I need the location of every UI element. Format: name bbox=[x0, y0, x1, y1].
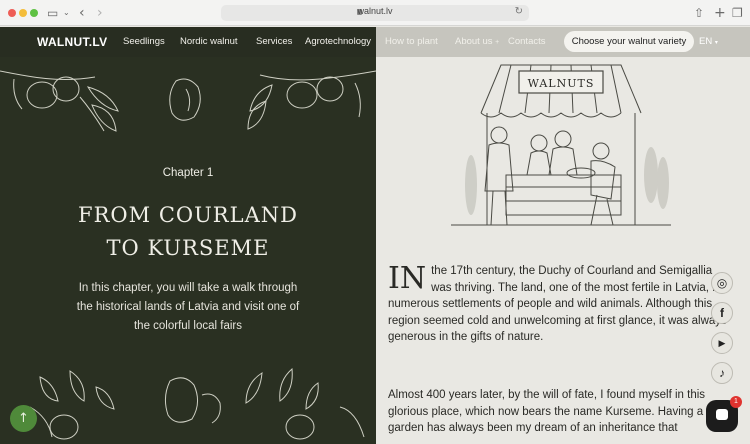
youtube-button[interactable]: ▶ bbox=[711, 332, 733, 354]
chapter-title: FROM COURLAND TO KURSEME bbox=[0, 199, 376, 265]
article-paragraph-1: IN the 17th century, the Duchy of Courla… bbox=[388, 263, 734, 346]
fair-stall-illustration: WALNUTS bbox=[451, 64, 671, 226]
stall-sign-text: WALNUTS bbox=[528, 77, 595, 90]
scroll-to-top-button[interactable]: ↑ bbox=[10, 405, 37, 432]
chapter-title-line-2: TO KURSEME bbox=[106, 236, 270, 260]
nav-item-seedlings[interactable]: Seedlings bbox=[123, 36, 165, 47]
nav-item-about-us[interactable]: About us + bbox=[455, 36, 499, 47]
share-icon[interactable]: ⇧ bbox=[694, 5, 704, 21]
chevron-down-icon[interactable]: ⌄ bbox=[63, 5, 70, 21]
address-url: walnut.lv bbox=[357, 6, 393, 16]
facebook-icon: f bbox=[720, 306, 724, 320]
instagram-icon: ◎ bbox=[716, 276, 728, 290]
article-paragraph-1-text: the 17th century, the Duchy of Courland … bbox=[388, 265, 729, 343]
nav-item-how-to-plant[interactable]: How to plant bbox=[385, 36, 438, 47]
expand-icon: + bbox=[495, 39, 500, 46]
chat-unread-badge: 1 bbox=[730, 396, 742, 408]
tabs-icon[interactable]: ❐ bbox=[732, 5, 743, 21]
chat-icon bbox=[716, 409, 728, 420]
new-tab-icon[interactable]: + bbox=[714, 5, 726, 21]
walnut-branch-decoration-bottom bbox=[29, 367, 365, 440]
nav-item-services[interactable]: Services bbox=[256, 36, 292, 47]
back-icon[interactable]: ‹ bbox=[79, 5, 85, 21]
chapter-lead: In this chapter, you will take a walk th… bbox=[76, 282, 300, 332]
arrow-up-icon: ↑ bbox=[18, 411, 29, 426]
drop-cap: IN bbox=[388, 261, 427, 296]
minimize-window-button[interactable] bbox=[19, 9, 27, 17]
article-panel: WALNUTS IN the 17th century, the Duchy o… bbox=[376, 27, 750, 444]
youtube-icon: ▶ bbox=[718, 338, 726, 348]
tiktok-button[interactable]: ♪ bbox=[711, 362, 733, 384]
address-bar[interactable]: walnut.lv ↻ bbox=[221, 5, 529, 21]
walnut-branch-decoration-top bbox=[0, 70, 376, 132]
browser-toolbar: ▭ ⌄ ‹ › walnut.lv ↻ ⇧ + ❐ bbox=[0, 0, 750, 26]
nav-item-agrotechnology[interactable]: Agrotechnology bbox=[305, 36, 371, 47]
reload-icon[interactable]: ↻ bbox=[515, 6, 523, 17]
chapter-label: Chapter 1 bbox=[162, 167, 214, 179]
chapter-hero-panel: Chapter 1 FROM COURLAND TO KURSEME In th… bbox=[0, 27, 376, 444]
article-paragraph-2: Almost 400 years later, by the will of f… bbox=[388, 389, 732, 434]
tiktok-icon: ♪ bbox=[719, 366, 725, 380]
maximize-window-button[interactable] bbox=[30, 9, 38, 17]
sidebar-icon[interactable]: ▭ bbox=[47, 5, 58, 21]
nav-item-contacts[interactable]: Contacts bbox=[508, 36, 546, 47]
chapter-title-line-1: FROM COURLAND bbox=[78, 203, 298, 227]
forward-icon[interactable]: › bbox=[97, 5, 103, 21]
chat-widget-button[interactable]: 1 bbox=[706, 396, 742, 432]
site-logo[interactable]: WALNUT.LV bbox=[37, 35, 107, 49]
language-selector[interactable]: EN ▾ bbox=[699, 36, 718, 47]
instagram-button[interactable]: ◎ bbox=[711, 272, 733, 294]
site-navbar: WALNUT.LV Seedlings Nordic walnut Servic… bbox=[0, 27, 750, 57]
nav-item-nordic-walnut[interactable]: Nordic walnut bbox=[180, 36, 238, 47]
facebook-button[interactable]: f bbox=[711, 302, 733, 324]
close-window-button[interactable] bbox=[8, 9, 16, 17]
language-label: EN bbox=[699, 36, 713, 47]
nav-item-about-us-label: About us bbox=[455, 36, 493, 47]
chevron-down-icon: ▾ bbox=[714, 40, 718, 46]
choose-variety-button[interactable]: Choose your walnut variety bbox=[564, 31, 694, 52]
